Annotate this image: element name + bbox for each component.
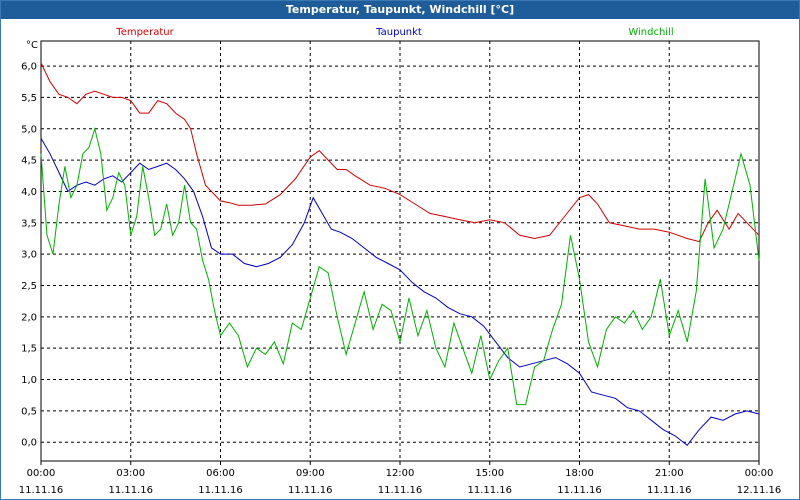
y-tick-label: 1,5 xyxy=(21,344,37,355)
chart-canvas: °C Temperatur Taupunkt Windchill 0,0 0,5 1,0… xyxy=(19,27,782,496)
y-tick-label: 3,5 xyxy=(21,218,37,229)
y-tick-label: 0,0 xyxy=(21,438,37,449)
x-axis: 00:00 11.11.16 03:00 11.11.16 06:00 11.11.16 0… xyxy=(19,461,782,496)
y-tick-label: 2,0 xyxy=(21,312,37,323)
y-tick-label: 0,5 xyxy=(21,406,37,417)
x-tick-time: 06:00 xyxy=(206,468,235,479)
legend-item-taupunkt: Taupunkt xyxy=(375,27,422,38)
grid xyxy=(40,40,760,462)
x-tick-time: 03:00 xyxy=(116,468,145,479)
x-tick-date: 11.11.16 xyxy=(288,485,333,496)
y-tick-label: 4,0 xyxy=(21,187,37,198)
x-tick-date: 11.11.16 xyxy=(557,485,602,496)
legend: Temperatur Taupunkt Windchill xyxy=(115,27,673,38)
series-line-windchill xyxy=(40,126,760,406)
x-tick-date: 12.11.16 xyxy=(737,485,782,496)
x-tick-time: 00:00 xyxy=(745,468,774,479)
x-tick-time: 18:00 xyxy=(565,468,594,479)
series-line-taupunkt xyxy=(40,137,760,447)
y-tick-label: 5,5 xyxy=(21,93,37,104)
x-tick-date: 11.11.16 xyxy=(19,485,64,496)
x-tick-date: 11.11.16 xyxy=(378,485,423,496)
x-tick-time: 09:00 xyxy=(296,468,325,479)
x-tick-time: 21:00 xyxy=(655,468,684,479)
x-tick-time: 12:00 xyxy=(386,468,415,479)
x-tick-date: 11.11.16 xyxy=(467,485,512,496)
legend-item-windchill: Windchill xyxy=(628,27,673,38)
y-tick-label: 3,0 xyxy=(21,250,37,261)
y-tick-label: 6,0 xyxy=(21,62,37,73)
y-tick-label: 5,0 xyxy=(21,124,37,135)
legend-item-temperatur: Temperatur xyxy=(115,27,174,38)
x-tick-time: 15:00 xyxy=(475,468,504,479)
y-tick-label: 4,5 xyxy=(21,156,37,167)
x-tick-date: 11.11.16 xyxy=(647,485,692,496)
y-tick-label: 1,0 xyxy=(21,375,37,386)
x-tick-date: 11.11.16 xyxy=(198,485,243,496)
chart-window: Temperatur, Taupunkt, Windchill [°C] °C … xyxy=(0,0,800,500)
x-tick-date: 11.11.16 xyxy=(108,485,153,496)
unit-label: °C xyxy=(26,40,38,51)
x-tick-time: 00:00 xyxy=(27,468,56,479)
window-title: Temperatur, Taupunkt, Windchill [°C] xyxy=(1,1,799,19)
y-axis: 0,0 0,5 1,0 1,5 2,0 2,5 3,0 3,5 4,0 4,5 5,0 5,5 6,0 xyxy=(21,62,37,449)
y-tick-label: 2,5 xyxy=(21,281,37,292)
